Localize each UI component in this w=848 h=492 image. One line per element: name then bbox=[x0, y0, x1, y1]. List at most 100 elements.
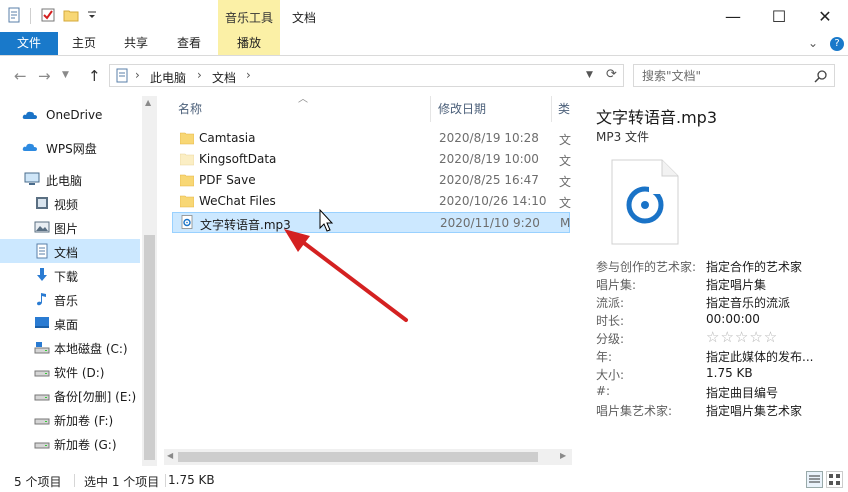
sidebar-item-music[interactable]: 音乐 bbox=[0, 287, 140, 311]
navigation-pane: OneDrive WPS网盘 此电脑 视频 图片 文档 下载 音乐 桌面 本地磁… bbox=[0, 96, 158, 466]
music-icon bbox=[37, 293, 46, 306]
sidebar-item-label: 音乐 bbox=[54, 294, 79, 308]
forward-arrow-icon[interactable]: → bbox=[38, 67, 51, 85]
search-input[interactable] bbox=[642, 68, 802, 84]
chevron-right-icon[interactable]: › bbox=[246, 68, 251, 82]
search-box[interactable] bbox=[633, 64, 835, 87]
file-date: 2020/8/19 10:00 bbox=[439, 152, 539, 166]
tab-view[interactable]: 查看 bbox=[167, 32, 211, 55]
tab-home[interactable]: 主页 bbox=[62, 32, 106, 55]
sidebar-item-drive-g[interactable]: 新加卷 (G:) bbox=[0, 431, 140, 455]
prop-key: 年: bbox=[596, 350, 613, 364]
expand-ribbon-icon[interactable]: ⌄ bbox=[808, 36, 818, 50]
rating-stars-icon[interactable]: ☆☆☆☆☆ bbox=[706, 328, 778, 346]
new-folder-icon[interactable] bbox=[63, 7, 79, 23]
video-icon bbox=[36, 197, 48, 209]
file-row-camtasia[interactable]: Camtasia 2020/8/19 10:28 文 bbox=[172, 128, 571, 149]
scrollbar-thumb[interactable] bbox=[178, 452, 538, 462]
toolbar-separator bbox=[30, 8, 31, 24]
prop-genre: 流派: 指定音乐的流派 bbox=[596, 294, 846, 312]
large-icons-view-icon[interactable] bbox=[826, 471, 843, 488]
prop-value[interactable]: 指定音乐的流派 bbox=[706, 294, 790, 311]
tab-share[interactable]: 共享 bbox=[114, 32, 158, 55]
properties-icon[interactable] bbox=[6, 7, 22, 23]
column-divider[interactable] bbox=[551, 96, 552, 122]
details-view-icon[interactable] bbox=[806, 471, 823, 488]
sidebar-item-this-pc[interactable]: 此电脑 bbox=[0, 167, 140, 191]
help-icon[interactable]: ? bbox=[830, 37, 844, 51]
desktop-icon bbox=[35, 317, 49, 328]
quick-access-dropdown-icon[interactable] bbox=[84, 7, 100, 23]
refresh-icon[interactable]: ⟳ bbox=[606, 67, 617, 82]
prop-value[interactable]: 指定唱片集 bbox=[706, 276, 766, 293]
sidebar-item-onedrive[interactable]: OneDrive bbox=[0, 103, 140, 127]
sidebar-item-label: 新加卷 (F:) bbox=[54, 414, 114, 428]
up-arrow-icon[interactable]: ↑ bbox=[88, 67, 101, 85]
prop-key: 唱片集艺术家: bbox=[596, 404, 673, 418]
sidebar-item-drive-c[interactable]: 本地磁盘 (C:) bbox=[0, 335, 140, 359]
sort-ascending-icon: ︿ bbox=[298, 96, 308, 105]
sidebar-item-drive-e[interactable]: 备份[勿删] (E:) bbox=[0, 383, 140, 407]
back-arrow-icon[interactable]: ← bbox=[14, 67, 27, 85]
column-header-date[interactable]: 修改日期 bbox=[438, 100, 486, 117]
chevron-right-icon[interactable]: › bbox=[197, 68, 202, 82]
sidebar-item-documents[interactable]: 文档 bbox=[0, 239, 140, 263]
address-bar[interactable]: › 此电脑 › 文档 › ▼ ⟳ bbox=[109, 64, 624, 87]
sidebar-item-pictures[interactable]: 图片 bbox=[0, 215, 140, 239]
prop-value[interactable]: 指定此媒体的发布... bbox=[706, 348, 813, 365]
file-type: 文 bbox=[559, 175, 572, 189]
nav-pane-scrollbar[interactable]: ▲ bbox=[142, 96, 157, 466]
prop-value[interactable]: 指定唱片集艺术家 bbox=[706, 402, 802, 419]
sidebar-item-label: WPS网盘 bbox=[46, 142, 97, 156]
sidebar-item-videos[interactable]: 视频 bbox=[0, 191, 140, 215]
sidebar-item-label: 新加卷 (G:) bbox=[54, 438, 117, 452]
sidebar-item-label: 桌面 bbox=[54, 318, 79, 332]
sidebar-item-label: 此电脑 bbox=[46, 174, 83, 188]
scrollbar-thumb[interactable] bbox=[144, 235, 155, 460]
tab-file[interactable]: 文件 bbox=[0, 32, 58, 55]
close-button[interactable]: ✕ bbox=[802, 0, 848, 32]
column-header-name[interactable]: 名称 bbox=[178, 100, 202, 117]
file-date: 2020/8/19 10:28 bbox=[439, 131, 539, 145]
ribbon-tabs: 文件 主页 共享 查看 播放 ⌄ ? bbox=[0, 32, 848, 56]
prop-value: 1.75 KB bbox=[706, 366, 753, 380]
sidebar-item-label: OneDrive bbox=[46, 108, 103, 122]
file-row-kingsoftdata[interactable]: KingsoftData 2020/8/19 10:00 文 bbox=[172, 149, 571, 170]
file-type: 文 bbox=[559, 196, 572, 210]
file-list-horizontal-scrollbar[interactable]: ◀ ▶ bbox=[164, 449, 572, 465]
minimize-button[interactable]: — bbox=[710, 0, 756, 32]
recent-locations-icon[interactable]: ▼ bbox=[62, 70, 69, 80]
file-row-mp3[interactable]: 文字转语音.mp3 2020/11/10 9:20 M bbox=[172, 212, 570, 233]
status-separator bbox=[165, 474, 166, 487]
sidebar-item-label: 下载 bbox=[54, 270, 79, 284]
scroll-left-icon[interactable]: ◀ bbox=[167, 451, 173, 460]
sidebar-item-drive-d[interactable]: 软件 (D:) bbox=[0, 359, 140, 383]
breadcrumb-documents[interactable]: 文档 bbox=[212, 69, 236, 86]
sidebar-item-wps-cloud[interactable]: WPS网盘 bbox=[0, 135, 140, 159]
checkmark-icon[interactable] bbox=[40, 7, 56, 23]
scroll-up-icon[interactable]: ▲ bbox=[145, 98, 151, 107]
selection-size: 1.75 KB bbox=[168, 473, 215, 487]
sidebar-item-desktop[interactable]: 桌面 bbox=[0, 311, 140, 335]
file-name: WeChat Files bbox=[199, 194, 276, 208]
prop-year: 年: 指定此媒体的发布... bbox=[596, 348, 846, 366]
prop-value[interactable]: 指定曲目编号 bbox=[706, 384, 778, 401]
column-divider[interactable] bbox=[430, 96, 431, 122]
file-row-pdf-save[interactable]: PDF Save 2020/8/25 16:47 文 bbox=[172, 170, 572, 191]
column-header-type[interactable]: 类 bbox=[558, 100, 570, 117]
scroll-right-icon[interactable]: ▶ bbox=[560, 451, 566, 460]
file-row-wechat-files[interactable]: WeChat Files 2020/10/26 14:10 文 bbox=[172, 191, 572, 212]
sidebar-item-label: 本地磁盘 (C:) bbox=[54, 342, 128, 356]
breadcrumb-this-pc[interactable]: 此电脑 bbox=[150, 69, 186, 86]
search-icon[interactable] bbox=[814, 69, 828, 83]
mp3-large-file-icon bbox=[611, 159, 679, 245]
chevron-down-icon[interactable]: ▼ bbox=[586, 70, 593, 80]
prop-value[interactable]: 指定合作的艺术家 bbox=[706, 258, 802, 275]
sidebar-item-downloads[interactable]: 下载 bbox=[0, 263, 140, 287]
sidebar-item-drive-f[interactable]: 新加卷 (F:) bbox=[0, 407, 140, 431]
prop-album: 唱片集: 指定唱片集 bbox=[596, 276, 846, 294]
chevron-right-icon[interactable]: › bbox=[135, 68, 140, 82]
tab-play[interactable]: 播放 bbox=[218, 32, 280, 55]
maximize-button[interactable]: ☐ bbox=[756, 0, 802, 32]
drive-icon bbox=[34, 418, 50, 425]
